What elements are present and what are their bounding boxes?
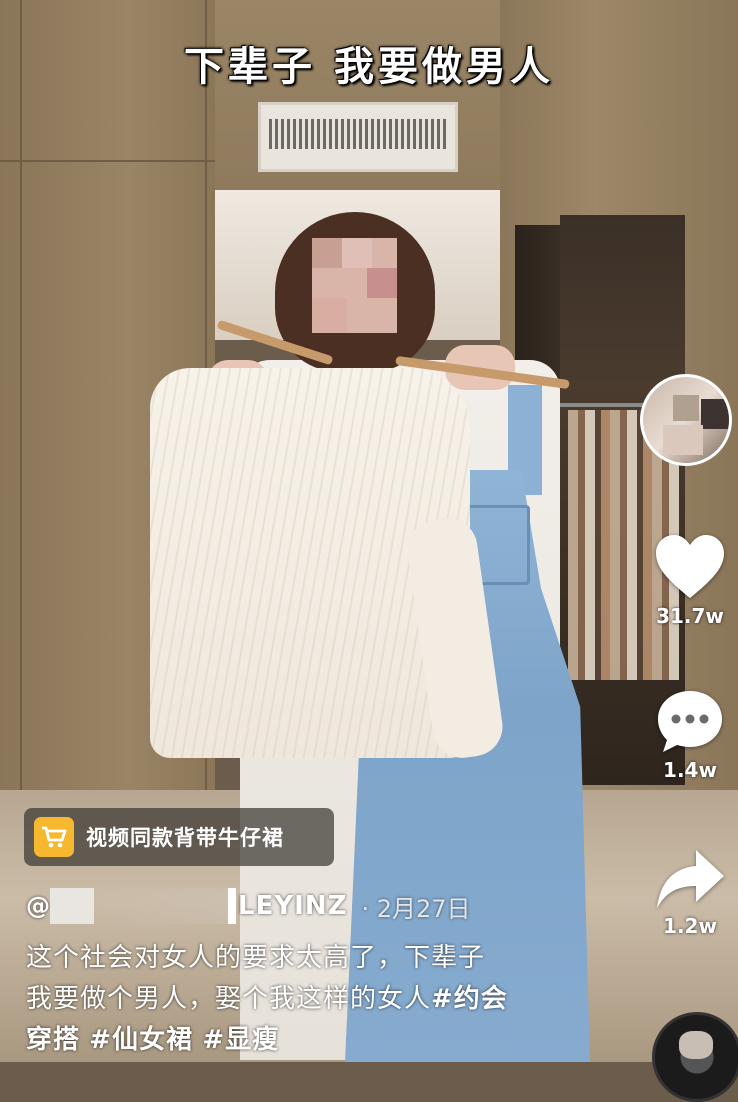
air-vent	[258, 102, 458, 172]
share-arrow-icon	[657, 850, 724, 908]
music-disc-icon[interactable]	[652, 1012, 738, 1102]
video-description: 这个社会对女人的要求太高了，下辈子 我要做个男人，娶个我这样的女人#约会 穿搭 …	[26, 938, 626, 1061]
date-separator: ·	[361, 894, 370, 923]
desc-line-3: 穿搭 #仙女裙 #显瘦	[26, 1020, 626, 1061]
name-redaction	[50, 888, 94, 924]
post-date: · 2月27日	[361, 889, 470, 924]
video-caption: 下辈子 我要做男人	[184, 44, 554, 90]
date-text: 2月27日	[376, 894, 471, 923]
product-label: 视频同款背带牛仔裙	[86, 826, 284, 850]
comment-count: 1.4w	[663, 758, 717, 782]
comment-button[interactable]: 1.4w	[650, 688, 730, 782]
hashtag-date-outfit[interactable]: #约会	[431, 984, 508, 1014]
author-row[interactable]: @ LEYINZ · 2月27日	[26, 886, 471, 926]
at-symbol: @	[26, 892, 50, 920]
desc-line-2-text: 我要做个男人，娶个我这样的女人	[26, 984, 432, 1014]
name-redaction-edge	[228, 888, 236, 924]
shopping-cart-icon	[34, 817, 74, 857]
hashtag-slimming[interactable]: #显瘦	[202, 1025, 279, 1055]
comment-bubble-icon	[658, 691, 722, 752]
pixelated-face	[312, 238, 397, 333]
share-count: 1.2w	[663, 914, 717, 938]
author-name[interactable]: LEYINZ	[238, 891, 347, 921]
desc-line-2: 我要做个男人，娶个我这样的女人#约会	[26, 979, 626, 1020]
name-redaction-soft	[94, 888, 228, 924]
creator-avatar[interactable]	[640, 374, 732, 466]
heart-icon	[656, 535, 724, 598]
share-button[interactable]: 1.2w	[650, 848, 730, 938]
like-count: 31.7w	[656, 604, 724, 628]
like-button[interactable]: 31.7w	[650, 534, 730, 628]
hashtag-fairy-dress[interactable]: #仙女裙	[89, 1025, 193, 1055]
product-link[interactable]: 视频同款背带牛仔裙	[24, 808, 334, 866]
desc-line-1: 这个社会对女人的要求太高了，下辈子	[26, 943, 486, 973]
lace-blouse	[150, 368, 507, 762]
hashtag-date-outfit-cont[interactable]: 穿搭	[26, 1025, 80, 1055]
